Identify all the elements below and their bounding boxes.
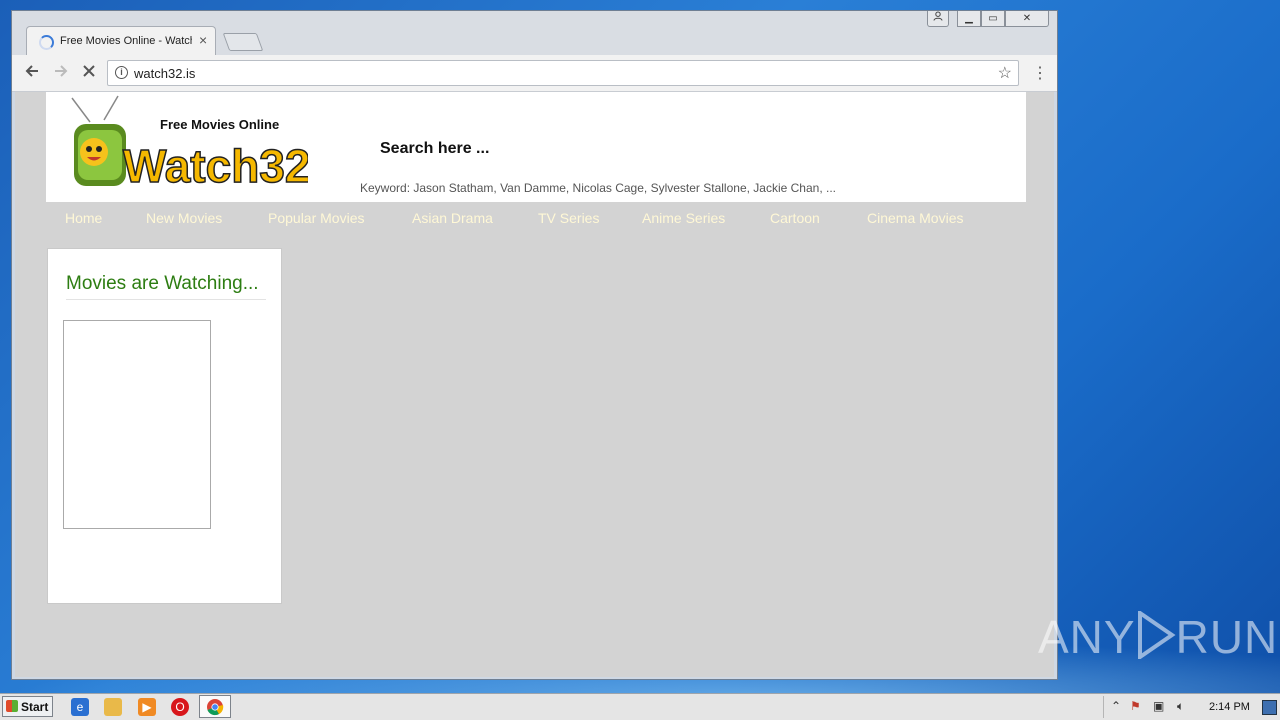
search-keywords: Keyword: Jason Statham, Van Damme, Nicol…: [360, 181, 836, 195]
logo-wordmark: Watch32: [123, 140, 308, 192]
chrome-menu-icon[interactable]: ⋮: [1032, 63, 1048, 83]
internet-explorer-icon[interactable]: e: [71, 698, 89, 716]
nav-item-new-movies[interactable]: New Movies: [146, 210, 222, 226]
tray-separator: [1103, 696, 1104, 718]
window-controls: ▁ ▭ ✕: [927, 11, 1049, 29]
minimize-button[interactable]: ▁: [957, 11, 981, 27]
panel-title: Movies are Watching...: [66, 273, 259, 294]
volume-icon[interactable]: 🔈︎: [1177, 699, 1184, 714]
tab-close-icon[interactable]: ×: [199, 32, 207, 48]
site-info-icon[interactable]: i: [115, 66, 128, 79]
browser-titlebar: Free Movies Online - Watch × ▁ ▭ ✕: [12, 11, 1057, 55]
site-logo[interactable]: Free Movies Online Watch32: [68, 94, 311, 196]
start-button[interactable]: Start: [2, 696, 53, 717]
opera-icon[interactable]: O: [171, 698, 189, 716]
forward-arrow-icon[interactable]: [53, 63, 69, 84]
nav-item-anime-series[interactable]: Anime Series: [642, 210, 725, 226]
network-icon[interactable]: ▣: [1153, 699, 1164, 713]
movies-watching-panel: Movies are Watching...: [47, 248, 282, 604]
nav-item-cinema-movies[interactable]: Cinema Movies: [867, 210, 963, 226]
panel-divider: [66, 299, 266, 300]
show-desktop-button[interactable]: [1262, 700, 1277, 715]
anyrun-watermark: ANY RUN: [1038, 609, 1279, 664]
chrome-icon: [207, 699, 224, 716]
page-viewport: Free Movies Online Watch32 Search here .…: [15, 92, 1054, 677]
browser-tab[interactable]: Free Movies Online - Watch ×: [26, 26, 216, 55]
taskbar-clock[interactable]: 2:14 PM: [1209, 701, 1250, 713]
logo-tagline: Free Movies Online: [160, 117, 279, 132]
profile-icon[interactable]: [927, 11, 949, 27]
tab-title: Free Movies Online - Watch: [60, 35, 192, 47]
bookmark-star-icon[interactable]: ☆: [998, 63, 1012, 83]
nav-item-asian-drama[interactable]: Asian Drama: [412, 210, 493, 226]
watermark-right: RUN: [1175, 611, 1279, 663]
site-nav: Home New Movies Popular Movies Asian Dra…: [46, 210, 1026, 230]
start-label: Start: [21, 700, 49, 714]
stop-loading-icon[interactable]: [82, 63, 96, 83]
nav-item-tv-series[interactable]: TV Series: [538, 210, 599, 226]
nav-item-cartoon[interactable]: Cartoon: [770, 210, 820, 226]
movie-poster-placeholder[interactable]: [63, 320, 211, 529]
nav-item-home[interactable]: Home: [65, 210, 102, 226]
watermark-left: ANY: [1038, 611, 1136, 663]
search-label[interactable]: Search here ...: [380, 140, 489, 158]
browser-toolbar: i watch32.is ☆ ⋮: [12, 55, 1057, 92]
play-icon: [1136, 609, 1176, 664]
media-player-icon[interactable]: ▶: [138, 698, 156, 716]
address-bar[interactable]: i watch32.is ☆: [107, 60, 1019, 86]
taskbar: Start e ▶ O ⌃ ⚑ ▣ 🔈︎ 2:14 PM: [0, 693, 1280, 720]
maximize-button[interactable]: ▭: [981, 11, 1005, 27]
chrome-taskbar-button[interactable]: [199, 695, 231, 718]
nav-item-popular-movies[interactable]: Popular Movies: [268, 210, 365, 226]
loading-spinner-icon: [39, 35, 54, 50]
windows-logo-icon: [6, 700, 18, 712]
action-center-icon[interactable]: ⚑: [1130, 699, 1141, 713]
close-window-button[interactable]: ✕: [1005, 11, 1049, 27]
site-header: Free Movies Online Watch32 Search here .…: [46, 92, 1026, 202]
browser-window: Free Movies Online - Watch × ▁ ▭ ✕ i wat…: [11, 10, 1058, 680]
back-arrow-icon[interactable]: [24, 63, 40, 84]
new-tab-button[interactable]: [222, 33, 264, 51]
file-explorer-icon[interactable]: [104, 698, 122, 716]
show-hidden-icons-icon[interactable]: ⌃: [1111, 699, 1121, 713]
url-text[interactable]: watch32.is: [134, 66, 195, 81]
